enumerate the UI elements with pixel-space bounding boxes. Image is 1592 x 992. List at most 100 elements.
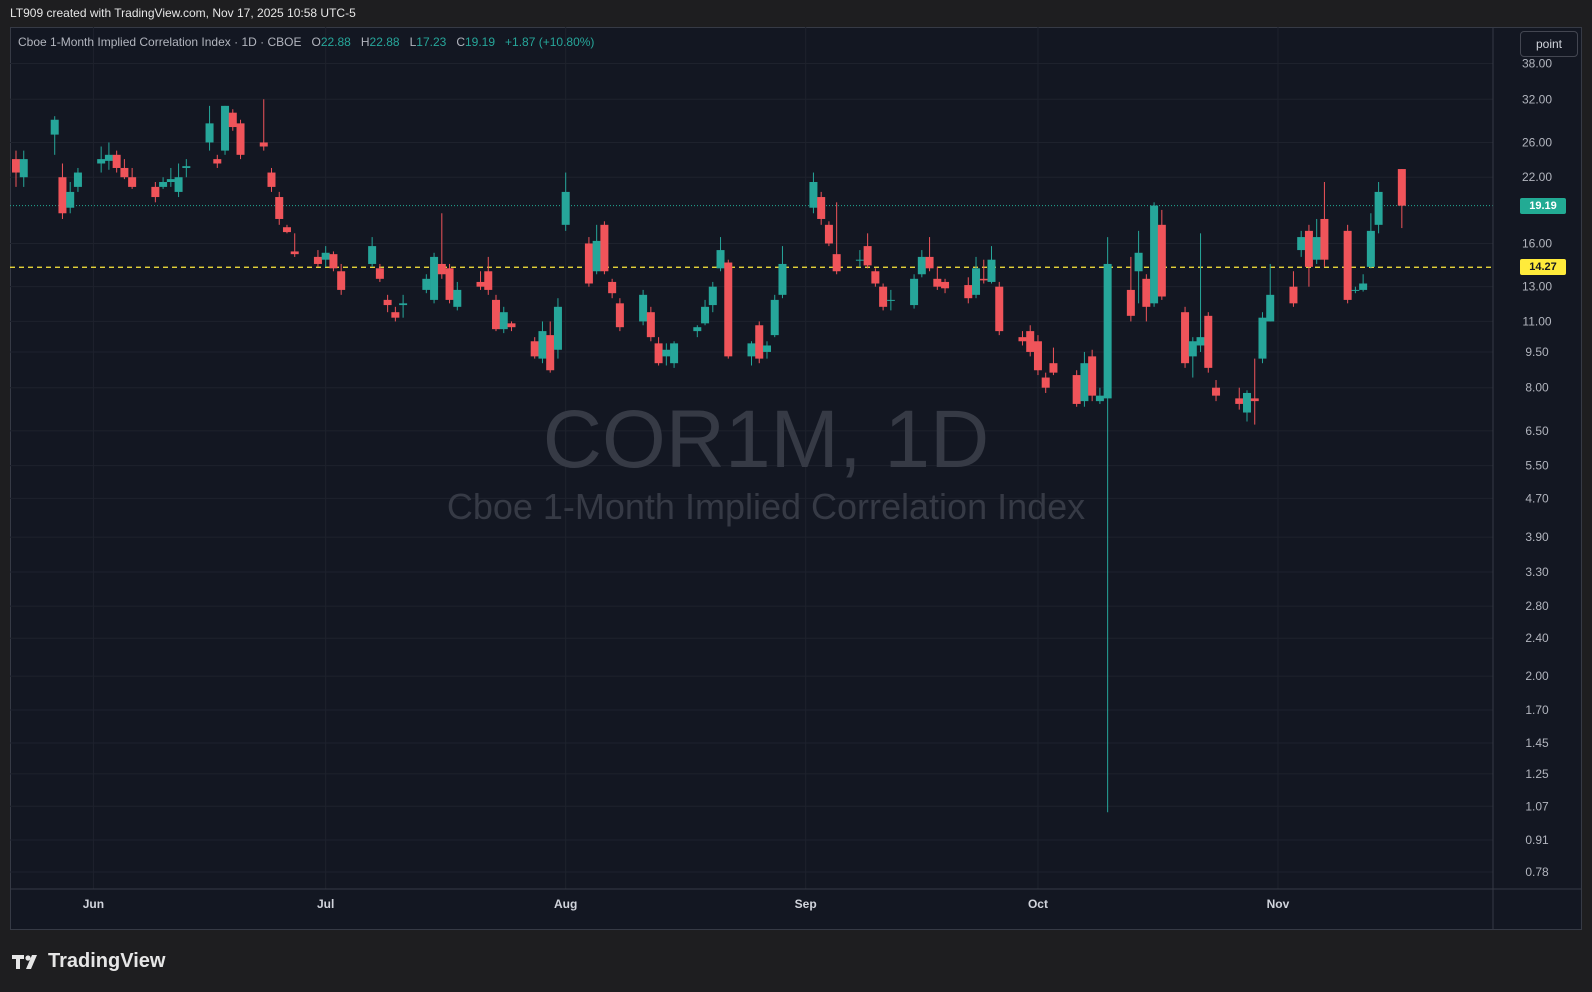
candle[interactable] bbox=[1072, 370, 1081, 407]
candle[interactable] bbox=[499, 306, 508, 334]
candle[interactable] bbox=[1126, 256, 1135, 322]
candle[interactable] bbox=[972, 256, 981, 299]
candle[interactable] bbox=[886, 289, 895, 311]
candle[interactable] bbox=[228, 109, 237, 131]
candle[interactable] bbox=[879, 283, 888, 311]
candle[interactable] bbox=[1258, 312, 1267, 364]
candle[interactable] bbox=[1150, 202, 1159, 307]
candle[interactable] bbox=[430, 252, 439, 304]
candle[interactable] bbox=[422, 274, 431, 294]
candle[interactable] bbox=[646, 306, 655, 342]
candle[interactable] bbox=[383, 294, 392, 313]
candle[interactable] bbox=[964, 277, 973, 304]
candle[interactable] bbox=[530, 337, 539, 359]
candle[interactable] bbox=[917, 250, 926, 278]
candle[interactable] bbox=[1157, 209, 1166, 300]
candle[interactable] bbox=[213, 154, 222, 168]
candle[interactable] bbox=[608, 278, 617, 299]
candle[interactable] bbox=[933, 266, 942, 290]
candle[interactable] bbox=[670, 341, 679, 368]
candle[interactable] bbox=[399, 294, 408, 318]
candle[interactable] bbox=[58, 163, 67, 219]
candle[interactable] bbox=[979, 259, 988, 284]
candle[interactable] bbox=[1242, 390, 1251, 422]
candle[interactable] bbox=[538, 321, 547, 364]
candle[interactable] bbox=[174, 163, 183, 198]
candle[interactable] bbox=[693, 325, 702, 338]
candle[interactable] bbox=[584, 237, 593, 287]
candle[interactable] bbox=[282, 224, 291, 234]
candle[interactable] bbox=[1142, 274, 1151, 322]
candle[interactable] bbox=[445, 263, 454, 304]
candle[interactable] bbox=[73, 167, 82, 192]
candle[interactable] bbox=[151, 182, 160, 203]
candle[interactable] bbox=[236, 119, 245, 160]
candle[interactable] bbox=[824, 221, 833, 247]
candle[interactable] bbox=[205, 105, 214, 151]
candle[interactable] bbox=[855, 250, 864, 267]
candle[interactable] bbox=[654, 337, 663, 366]
candle[interactable] bbox=[1103, 237, 1112, 813]
candle[interactable] bbox=[809, 172, 818, 214]
tradingview-brand[interactable]: TradingView bbox=[12, 950, 165, 973]
candle[interactable] bbox=[50, 116, 59, 155]
candle[interactable] bbox=[1018, 331, 1027, 346]
candle[interactable] bbox=[1134, 230, 1143, 304]
candle[interactable] bbox=[817, 191, 826, 225]
candle[interactable] bbox=[662, 343, 671, 366]
candle[interactable] bbox=[1181, 306, 1190, 368]
candlestick-chart[interactable]: 38.00 32.00 26.00 22.00 16.00 13.00 11.00 9.50 8… bbox=[10, 27, 1582, 930]
candle[interactable] bbox=[941, 278, 950, 294]
candle[interactable] bbox=[716, 237, 725, 272]
candle[interactable] bbox=[1320, 182, 1329, 267]
candle[interactable] bbox=[832, 202, 841, 275]
candle[interactable] bbox=[1297, 230, 1306, 257]
candle[interactable] bbox=[337, 263, 346, 295]
candle[interactable] bbox=[561, 172, 570, 231]
candle[interactable] bbox=[12, 150, 20, 187]
candle[interactable] bbox=[1204, 312, 1213, 373]
candle[interactable] bbox=[120, 159, 129, 180]
candle[interactable] bbox=[1304, 224, 1313, 287]
candle[interactable] bbox=[762, 341, 771, 359]
candle[interactable] bbox=[1095, 387, 1104, 404]
candle[interactable] bbox=[995, 281, 1004, 336]
candle[interactable] bbox=[1351, 286, 1360, 294]
candle[interactable] bbox=[747, 341, 756, 366]
candle[interactable] bbox=[1374, 182, 1383, 234]
candle[interactable] bbox=[871, 268, 880, 287]
candle[interactable] bbox=[1196, 233, 1205, 352]
candle[interactable] bbox=[546, 321, 555, 373]
candle[interactable] bbox=[275, 191, 284, 225]
candle[interactable] bbox=[321, 246, 330, 267]
candle[interactable] bbox=[66, 182, 75, 214]
candle[interactable] bbox=[910, 274, 919, 309]
candle[interactable] bbox=[1343, 224, 1352, 304]
candle[interactable] bbox=[1080, 351, 1089, 407]
candle[interactable] bbox=[553, 298, 562, 359]
candle[interactable] bbox=[221, 105, 230, 155]
candle[interactable] bbox=[1088, 349, 1097, 402]
candle[interactable] bbox=[615, 298, 624, 332]
candle[interactable] bbox=[863, 233, 872, 269]
candle[interactable] bbox=[1033, 335, 1042, 376]
candle[interactable] bbox=[290, 233, 299, 257]
candle[interactable] bbox=[1212, 380, 1221, 402]
candle[interactable] bbox=[182, 159, 191, 178]
candle[interactable] bbox=[755, 321, 764, 364]
candle[interactable] bbox=[701, 299, 710, 326]
scale-mode-button[interactable]: point bbox=[1520, 31, 1578, 57]
candle[interactable] bbox=[492, 294, 501, 332]
candle[interactable] bbox=[639, 289, 648, 326]
candle[interactable] bbox=[600, 221, 609, 275]
candle[interactable] bbox=[104, 142, 113, 170]
candle[interactable] bbox=[1250, 358, 1259, 425]
candle[interactable] bbox=[391, 306, 400, 322]
candle[interactable] bbox=[778, 246, 787, 299]
candle[interactable] bbox=[1289, 271, 1298, 307]
candle[interactable] bbox=[1235, 387, 1244, 410]
candle[interactable] bbox=[507, 321, 516, 332]
candle[interactable] bbox=[329, 251, 338, 272]
candle[interactable] bbox=[1366, 213, 1375, 269]
candle[interactable] bbox=[97, 146, 106, 173]
